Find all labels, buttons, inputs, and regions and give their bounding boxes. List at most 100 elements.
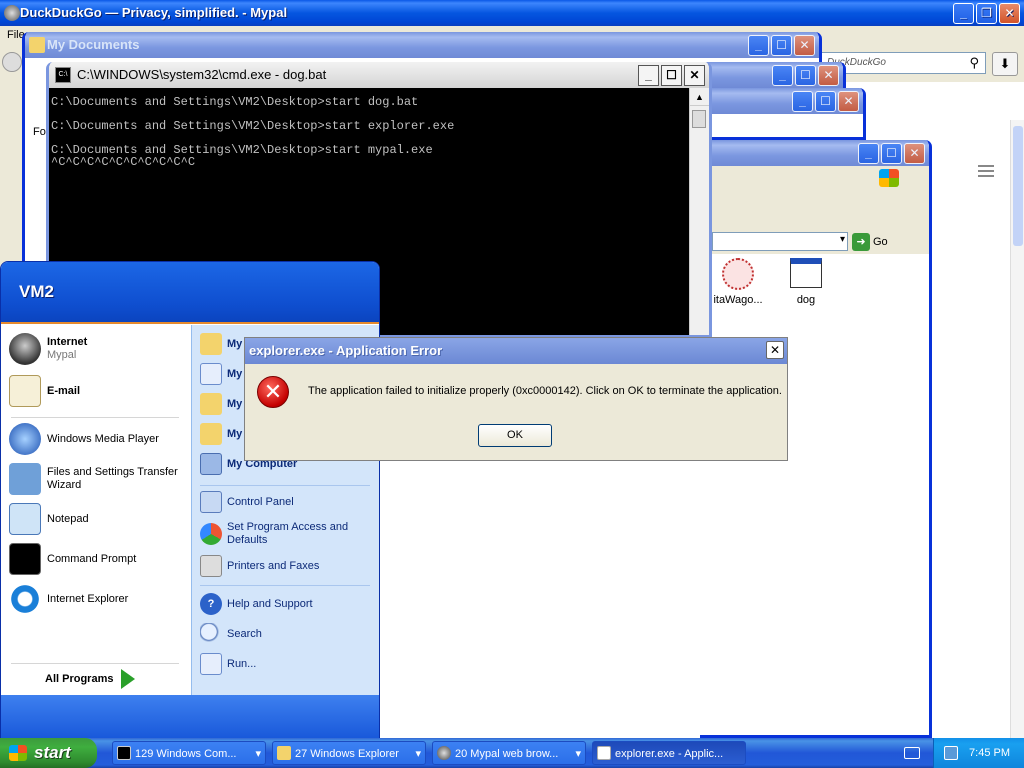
close-button[interactable]: ✕ [684, 65, 705, 86]
chevron-down-icon[interactable]: ▾ [840, 234, 845, 245]
tree-app-icon [722, 258, 754, 290]
cmd-titlebar[interactable]: C:\ C:\WINDOWS\system32\cmd.exe - dog.ba… [49, 62, 709, 88]
start-item-run[interactable]: Run... [200, 653, 378, 675]
media-player-icon [9, 423, 41, 455]
scroll-up-icon[interactable]: ▲ [690, 88, 709, 106]
dialog-titlebar[interactable]: explorer.exe - Application Error ✕ [245, 338, 787, 364]
close-button[interactable]: ✕ [818, 65, 839, 86]
start-item-label: My [227, 427, 243, 440]
address-field[interactable]: ▾ [712, 232, 848, 251]
start-item-email[interactable]: E-mail [9, 375, 185, 407]
scrollbar-thumb[interactable] [1013, 126, 1023, 246]
keyboard-icon[interactable] [904, 747, 920, 759]
maximize-button[interactable]: ☐ [881, 143, 902, 164]
program-access-icon [200, 523, 222, 545]
my-documents-titlebar[interactable]: My Documents _ ☐ ✕ [25, 32, 819, 58]
taskbar-group-mypal[interactable]: 20 Mypal web brow... ▾ [432, 741, 586, 765]
explorer-titlebar[interactable]: _ ☐ ✕ [700, 140, 929, 166]
console-line: ^C^C^C^C^C^C^C^C^C^C [51, 155, 196, 169]
start-item-label: Search [227, 627, 262, 640]
cmd-scrollbar[interactable]: ▲ [689, 88, 709, 335]
taskbar-item-error-dialog[interactable]: explorer.exe - Applic... [592, 741, 746, 765]
start-item-printers[interactable]: Printers and Faxes [200, 555, 378, 577]
close-button[interactable]: ✕ [766, 341, 784, 359]
back-icon[interactable] [2, 52, 22, 72]
start-item-internet[interactable]: Internet Mypal [9, 333, 185, 365]
windows-logo-icon [879, 169, 899, 187]
search-icon[interactable]: ⚲ [969, 55, 979, 71]
start-item-media-player[interactable]: Windows Media Player [9, 423, 185, 455]
start-item-control-panel[interactable]: Control Panel [200, 491, 378, 513]
explorer-titlebar-3[interactable]: _ ☐ ✕ [700, 88, 863, 114]
maximize-button[interactable]: ☐ [771, 35, 792, 56]
explorer-window-3: _ ☐ ✕ [700, 88, 866, 140]
all-programs-label: All Programs [45, 673, 114, 685]
menu-hamburger-icon[interactable] [978, 165, 994, 177]
browser-title: DuckDuckGo — Privacy, simplified. - Mypa… [20, 5, 288, 20]
folder-icon [29, 37, 45, 53]
start-item-label: Internet Explorer [47, 592, 129, 605]
start-button[interactable]: start [0, 738, 97, 768]
go-label: Go [873, 236, 888, 248]
start-item-command-prompt[interactable]: Command Prompt [9, 543, 185, 575]
download-icon[interactable]: ⬇ [992, 52, 1018, 76]
file-item[interactable]: itaWago... [706, 258, 770, 306]
browser-titlebar[interactable]: DuckDuckGo — Privacy, simplified. - Mypa… [0, 0, 1024, 26]
user-name: VM2 [19, 282, 54, 301]
taskbar-group-explorer[interactable]: 27 Windows Explorer ▾ [272, 741, 426, 765]
minimize-button[interactable]: _ [792, 91, 813, 112]
minimize-button[interactable]: _ [953, 3, 974, 24]
all-programs-button[interactable]: All Programs [45, 669, 136, 689]
go-button[interactable]: ➜ Go [852, 232, 888, 252]
my-documents-icon [200, 333, 222, 355]
start-menu: VM2 Internet Mypal E-mail Windows Media P… [0, 261, 380, 740]
console-line: C:\Documents and Settings\VM2\Desktop>st… [51, 95, 419, 109]
email-icon [9, 375, 41, 407]
minimize-button[interactable]: _ [638, 65, 659, 86]
divider [11, 417, 179, 418]
start-item-program-access[interactable]: Set Program Access and Defaults [200, 521, 378, 547]
close-button[interactable]: ✕ [904, 143, 925, 164]
start-item-label: Files and Settings Transfer Wizard [47, 466, 178, 491]
restore-button[interactable]: ❐ [976, 3, 997, 24]
window-icon [597, 746, 611, 760]
minimize-button[interactable]: _ [858, 143, 879, 164]
network-icon[interactable] [944, 746, 958, 760]
start-item-search[interactable]: Search [200, 623, 378, 645]
start-item-transfer-wizard[interactable]: Files and Settings Transfer Wizard [9, 463, 185, 495]
close-button[interactable]: ✕ [794, 35, 815, 56]
my-pictures-icon [200, 393, 222, 415]
start-item-label: My [227, 337, 243, 350]
file-item[interactable]: dog [778, 258, 834, 306]
system-tray: 7:45 PM [933, 738, 1024, 768]
start-item-label: Notepad [47, 512, 89, 525]
clock[interactable]: 7:45 PM [969, 747, 1010, 759]
minimize-button[interactable]: _ [748, 35, 769, 56]
start-item-internet-explorer[interactable]: Internet Explorer [9, 583, 185, 615]
explorer-menubar [700, 166, 929, 190]
close-button[interactable]: ✕ [838, 91, 859, 112]
taskbar-group-cmd[interactable]: 129 Windows Com... ▾ [112, 741, 266, 765]
ok-button[interactable]: OK [478, 424, 552, 447]
error-icon: ✕ [257, 376, 289, 408]
printers-icon [200, 555, 222, 577]
task-label: 20 Mypal web brow... [455, 748, 559, 760]
start-item-label: My [227, 397, 243, 410]
maximize-button[interactable]: ☐ [815, 91, 836, 112]
divider [11, 663, 179, 664]
task-label: 129 Windows Com... [135, 748, 237, 760]
cmd-icon [117, 746, 131, 760]
start-item-notepad[interactable]: Notepad [9, 503, 185, 535]
task-label: explorer.exe - Applic... [615, 748, 724, 760]
browser-scrollbar[interactable] [1010, 120, 1024, 738]
explorer-titlebar-2[interactable]: _ ☐ ✕ [700, 62, 843, 88]
maximize-button[interactable]: ☐ [795, 65, 816, 86]
start-menu-footer [1, 695, 379, 739]
close-button[interactable]: ✕ [999, 3, 1020, 24]
maximize-button[interactable]: ☐ [661, 65, 682, 86]
start-item-sub: Mypal [47, 349, 77, 361]
minimize-button[interactable]: _ [772, 65, 793, 86]
scrollbar-thumb[interactable] [692, 110, 706, 128]
folder-icon [277, 746, 291, 760]
start-item-help[interactable]: ? Help and Support [200, 593, 378, 615]
